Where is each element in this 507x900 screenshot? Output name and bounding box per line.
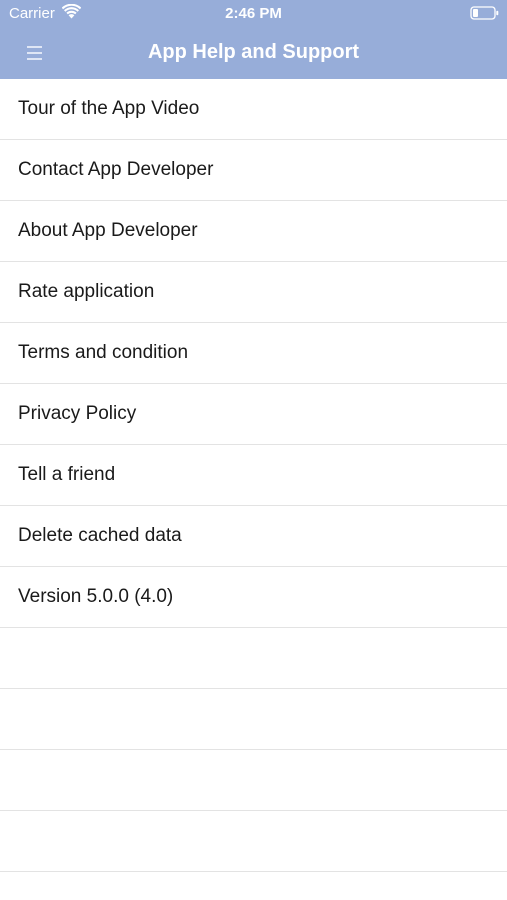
menu-item-contact-developer[interactable]: Contact App Developer <box>0 140 507 201</box>
menu-button[interactable] <box>18 41 50 65</box>
empty-row <box>0 689 507 750</box>
empty-row <box>0 750 507 811</box>
menu-item-label: Rate application <box>18 281 155 302</box>
menu-item-label: Contact App Developer <box>18 159 214 180</box>
menu-item-about-developer[interactable]: About App Developer <box>0 201 507 262</box>
navigation-bar: App Help and Support <box>0 28 507 79</box>
version-label: Version 5.0.0 (4.0) <box>18 586 174 607</box>
menu-item-terms[interactable]: Terms and condition <box>0 323 507 384</box>
help-menu-list: Tour of the App Video Contact App Develo… <box>0 79 507 872</box>
menu-item-label: Tour of the App Video <box>18 98 200 119</box>
menu-item-version: Version 5.0.0 (4.0) <box>0 567 507 628</box>
top-bar: Carrier 2:46 PM App Help and Support <box>0 0 507 79</box>
menu-item-delete-cache[interactable]: Delete cached data <box>0 506 507 567</box>
menu-item-label: About App Developer <box>18 220 198 241</box>
battery-icon <box>470 6 499 20</box>
empty-row <box>0 628 507 689</box>
menu-item-label: Tell a friend <box>18 464 116 485</box>
page-title: App Help and Support <box>147 41 360 63</box>
status-bar: Carrier 2:46 PM <box>0 0 507 28</box>
hamburger-menu-icon <box>27 46 42 60</box>
menu-item-label: Terms and condition <box>18 342 189 363</box>
empty-row <box>0 811 507 872</box>
menu-item-label: Privacy Policy <box>18 403 137 424</box>
menu-item-rate-application[interactable]: Rate application <box>0 262 507 323</box>
menu-item-tell-friend[interactable]: Tell a friend <box>0 445 507 506</box>
status-time: 2:46 PM <box>225 5 282 22</box>
menu-item-privacy-policy[interactable]: Privacy Policy <box>0 384 507 445</box>
menu-item-label: Delete cached data <box>18 525 182 546</box>
menu-item-tour-video[interactable]: Tour of the App Video <box>0 79 507 140</box>
